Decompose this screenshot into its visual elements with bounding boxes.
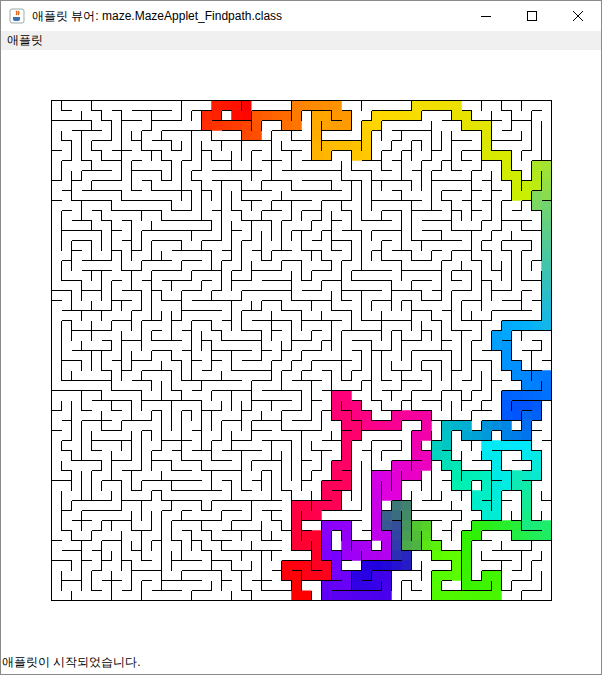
title-bar: 애플릿 뷰어: maze.MazeApplet_Findpath.class	[1, 1, 601, 31]
menu-item[interactable]: 애플릿	[1, 31, 49, 50]
window-title: 애플릿 뷰어: maze.MazeApplet_Findpath.class	[32, 7, 282, 25]
path-segment	[297, 591, 307, 601]
java-icon	[9, 8, 25, 24]
minimize-button[interactable]	[463, 1, 509, 31]
close-button[interactable]	[555, 1, 601, 31]
status-bar: 애플릿이 시작되었습니다.	[1, 650, 601, 674]
maximize-icon	[527, 11, 537, 21]
applet-area	[1, 50, 601, 650]
maze	[51, 100, 552, 601]
close-icon	[573, 11, 583, 21]
maximize-button[interactable]	[509, 1, 555, 31]
minimize-icon	[481, 11, 491, 21]
status-text: 애플릿이 시작되었습니다.	[2, 653, 141, 671]
menu-bar: 애플릿	[1, 31, 601, 50]
applet-window: 애플릿 뷰어: maze.MazeApplet_Findpath.class 애플…	[0, 0, 602, 675]
